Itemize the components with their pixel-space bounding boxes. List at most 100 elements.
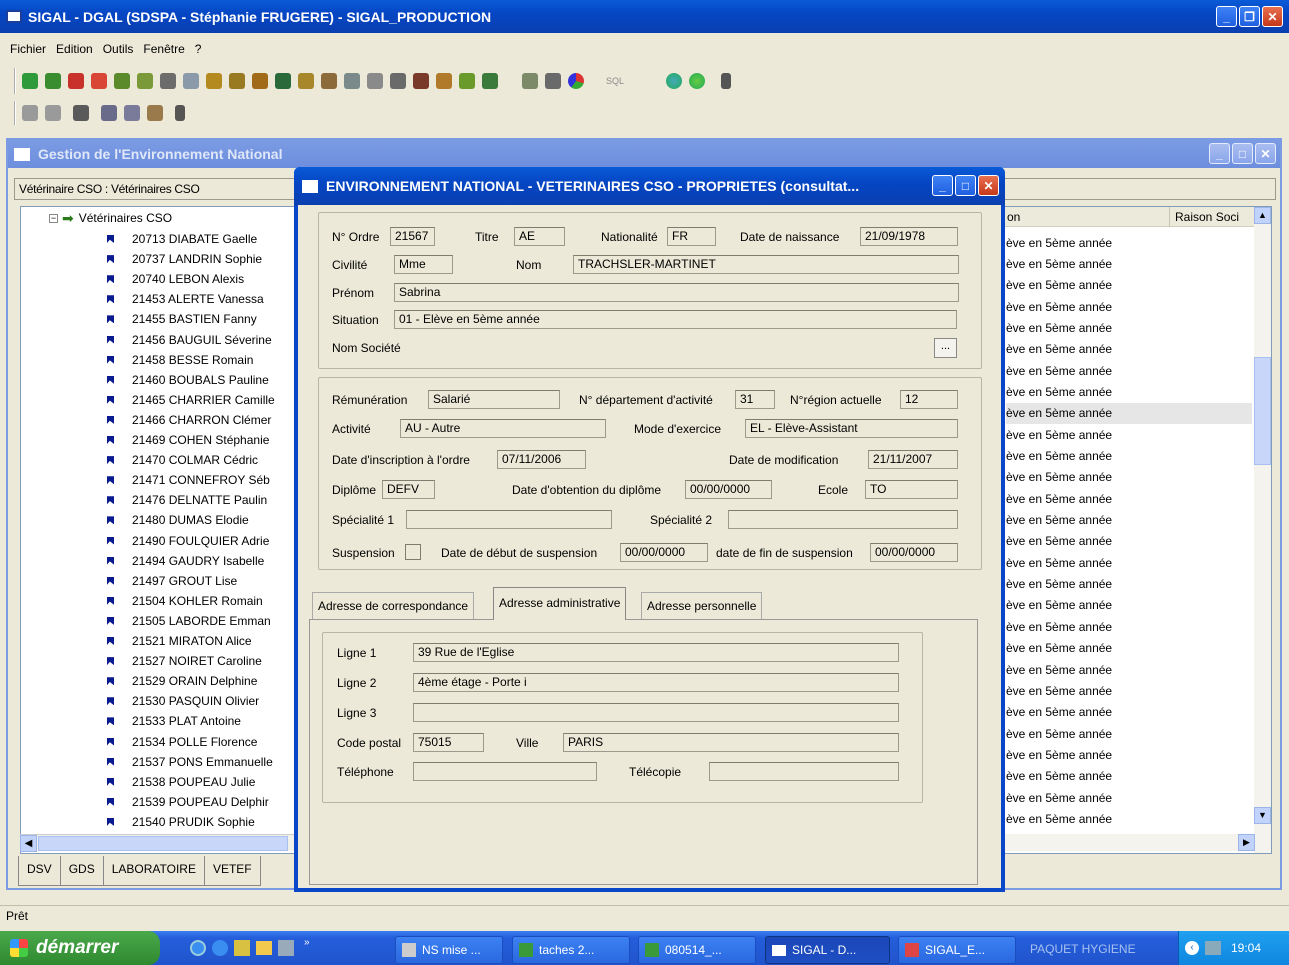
grid-icon[interactable] [344, 73, 360, 89]
inscription-field[interactable]: 07/11/2006 [497, 450, 586, 469]
export-icon[interactable] [482, 73, 498, 89]
collapse-icon[interactable]: − [49, 213, 58, 223]
building-icon[interactable] [413, 73, 429, 89]
tree-item[interactable]: 21469 COHEN Stéphanie [107, 430, 269, 450]
mdi-title-bar[interactable]: Gestion de l'Environnement National _ □ … [8, 140, 1280, 168]
tree-item[interactable]: 21480 DUMAS Elodie [107, 510, 249, 530]
save-all-icon[interactable] [45, 105, 61, 121]
settings-icon[interactable] [522, 73, 538, 89]
bee-icon[interactable] [206, 73, 222, 89]
list-item[interactable]: ève en 5ème année [1006, 808, 1252, 829]
syringe-icon[interactable] [436, 73, 452, 89]
window-icon[interactable] [545, 73, 561, 89]
list-item[interactable]: ève en 5ème année [1006, 787, 1252, 808]
list-item[interactable]: ève en 5ème année [1006, 360, 1252, 381]
list-item[interactable]: ève en 5ème année [1006, 616, 1252, 637]
obtention-field[interactable]: 00/00/0000 [685, 480, 772, 499]
quicklaunch-outlook-icon[interactable] [234, 940, 250, 956]
ecole-field[interactable]: TO [865, 480, 958, 499]
tree-item[interactable]: 21494 GAUDRY Isabelle [107, 551, 264, 571]
tab-gds[interactable]: GDS [60, 856, 104, 886]
exit-icon[interactable] [175, 105, 185, 121]
document-icon[interactable] [160, 73, 176, 89]
tree-item[interactable]: 21476 DELNATTE Paulin [107, 490, 267, 510]
task-sigal-d[interactable]: SIGAL - D... [765, 936, 890, 964]
hive-icon[interactable] [252, 73, 268, 89]
task-paquet[interactable]: PAQUET HYGIENE [1030, 942, 1136, 956]
tree-item[interactable]: 21490 FOULQUIER Adrie [107, 531, 269, 551]
quicklaunch-ie-icon[interactable] [190, 940, 206, 956]
menu-outils[interactable]: Outils [103, 42, 134, 56]
tab-correspondance[interactable]: Adresse de correspondance [312, 592, 475, 619]
tab-vetef[interactable]: VETEF [204, 856, 261, 886]
diplome-field[interactable]: DEFV [382, 480, 435, 499]
quicklaunch-ie2-icon[interactable] [212, 940, 228, 956]
tree-item[interactable]: 21537 PONS Emmanuelle [107, 752, 273, 772]
fax-field[interactable] [709, 762, 899, 781]
tree-item[interactable]: 21530 PASQUIN Olivier [107, 691, 259, 711]
list-item[interactable]: ève en 5ème année [1006, 232, 1252, 253]
quicklaunch-more-icon[interactable]: » [304, 937, 310, 948]
ligne2-field[interactable]: 4ème étage - Porte i [413, 673, 899, 692]
dept-field[interactable]: 31 [735, 390, 775, 409]
browse-societe-button[interactable]: ... [934, 338, 957, 358]
list-item[interactable]: ève en 5ème année [1006, 296, 1252, 317]
tree-item[interactable]: 21455 BASTIEN Fanny [107, 309, 257, 329]
restore-button[interactable]: ❐ [1239, 6, 1260, 27]
ordre-field[interactable]: 21567 [390, 227, 435, 246]
list-item[interactable]: ève en 5ème année [1006, 510, 1252, 531]
dialog-close-button[interactable]: ✕ [978, 175, 999, 196]
list-item[interactable]: ève en 5ème année [1006, 723, 1252, 744]
tree-item[interactable]: 21466 CHARRON Clémer [107, 410, 271, 430]
debut-susp-field[interactable]: 00/00/0000 [620, 543, 708, 562]
tree-item[interactable]: 21497 GROUT Lise [107, 571, 237, 591]
tree-item[interactable]: 21529 ORAIN Delphine [107, 671, 257, 691]
task-taches[interactable]: taches 2... [512, 936, 630, 964]
region-field[interactable]: 12 [900, 390, 958, 409]
ligne3-field[interactable] [413, 703, 899, 722]
chart-pie-icon[interactable] [568, 73, 584, 89]
list-header-raison[interactable]: Raison Soci [1169, 207, 1244, 227]
mode-field[interactable]: EL - Elève-Assistant [745, 419, 958, 438]
list-item[interactable]: ève en 5ème année [1006, 339, 1252, 360]
tree-item[interactable]: 21504 KOHLER Romain [107, 591, 263, 611]
sheep-icon[interactable] [390, 73, 406, 89]
list-vscroll-thumb[interactable] [1254, 357, 1271, 465]
tree-item[interactable]: 21538 POUPEAU Julie [107, 772, 255, 792]
spec1-field[interactable] [406, 510, 612, 529]
task-sigal-e[interactable]: SIGAL_E... [898, 936, 1016, 964]
tree-item[interactable]: 21527 NOIRET Caroline [107, 651, 262, 671]
list-item[interactable]: ève en 5ème année [1006, 680, 1252, 701]
quicklaunch-folder-icon[interactable] [256, 941, 272, 955]
cow-icon[interactable] [91, 73, 107, 89]
prenom-field[interactable]: Sabrina [394, 283, 959, 302]
civilite-field[interactable]: Mme [394, 255, 453, 274]
truck-icon[interactable] [275, 73, 291, 89]
tree-hscroll-thumb[interactable] [38, 836, 288, 851]
nom-field[interactable]: TRACHSLER-MARTINET [573, 255, 959, 274]
lab-icon[interactable] [367, 73, 383, 89]
cards-icon[interactable] [45, 73, 61, 89]
task-ns[interactable]: NS mise ... [395, 936, 503, 964]
list-item[interactable]: ève en 5ème année [1006, 531, 1252, 552]
tree-item[interactable]: 21465 CHARRIER Camille [107, 390, 275, 410]
list-item[interactable]: ève en 5ème année [1006, 253, 1252, 274]
tree-item[interactable]: 21453 ALERTE Vanessa [107, 289, 264, 309]
mdi-close-button[interactable]: ✕ [1255, 143, 1276, 164]
list-item[interactable]: ève en 5ème année [1006, 552, 1252, 573]
deer-icon[interactable] [321, 73, 337, 89]
animal-icon[interactable] [114, 73, 130, 89]
list-vscrollbar[interactable]: ▲ ▼ [1254, 207, 1271, 853]
modification-field[interactable]: 21/11/2007 [868, 450, 958, 469]
tray-back-icon[interactable]: ‹ [1185, 941, 1199, 955]
scroll-left-icon[interactable]: ◀ [20, 835, 37, 852]
scroll-right-icon[interactable]: ▶ [1238, 834, 1255, 851]
tree-item[interactable]: 21505 LABORDE Emman [107, 611, 271, 631]
list-item[interactable]: ève en 5ème année [1006, 659, 1252, 680]
list-item[interactable]: ève en 5ème année [1006, 595, 1252, 616]
societe-field[interactable] [420, 338, 428, 357]
tree-hscrollbar[interactable]: ◀ [20, 834, 295, 852]
exploitation-icon[interactable] [68, 73, 84, 89]
list-item[interactable]: ève en 5ème année [1006, 574, 1252, 595]
tree-item[interactable]: 21540 PRUDIK Sophie [107, 812, 255, 832]
